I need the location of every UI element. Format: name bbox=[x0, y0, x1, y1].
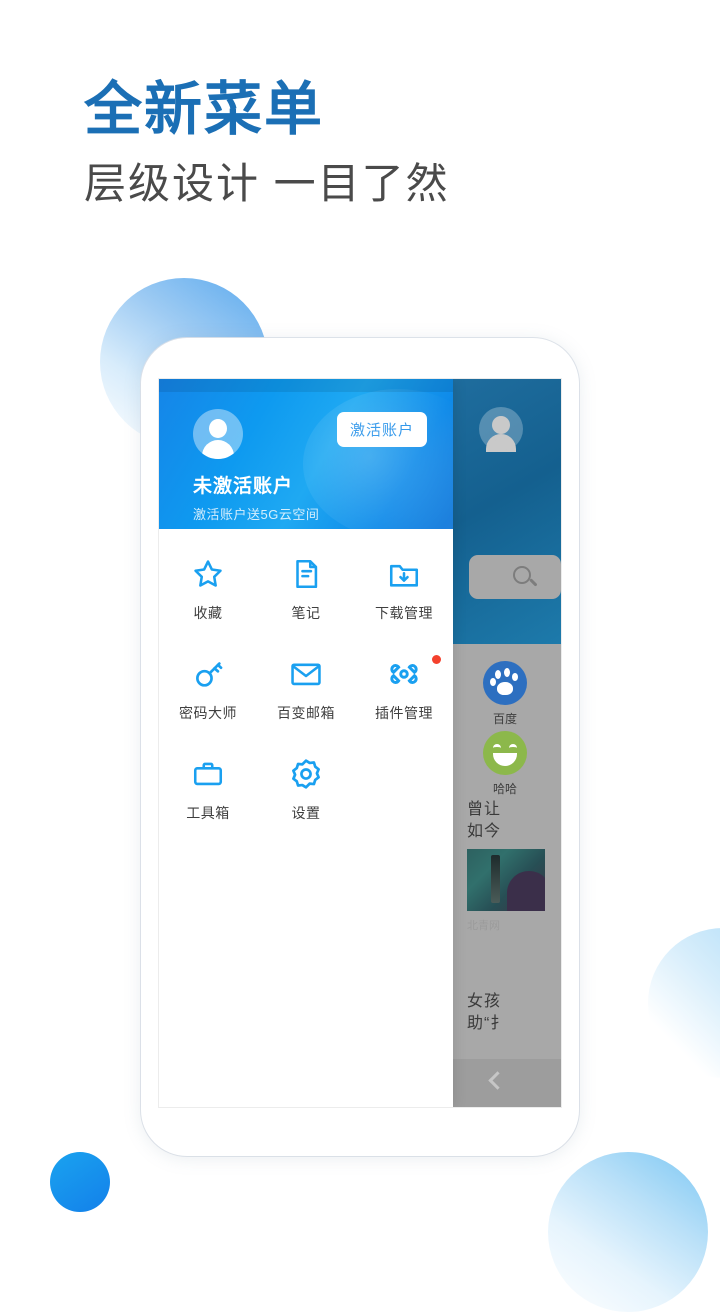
decorative-circle-bottom-left bbox=[50, 1152, 110, 1212]
notification-badge bbox=[432, 655, 441, 664]
toolbox-icon bbox=[191, 757, 225, 791]
menu-item-favorites[interactable]: 收藏 bbox=[159, 557, 257, 623]
background-browser-panel[interactable]: 百度 哈哈 曾让 如今 北青网 女孩 助“扌 bbox=[451, 379, 561, 1107]
key-icon bbox=[191, 657, 225, 691]
menu-item-password-master[interactable]: 密码大师 bbox=[159, 657, 257, 723]
menu-item-label: 百变邮箱 bbox=[277, 705, 335, 721]
account-subtitle: 激活账户送5G云空间 bbox=[193, 507, 320, 522]
star-icon bbox=[191, 557, 225, 591]
menu-grid: 收藏 笔记 下载管理 密码大师 百变邮箱 插件管理 工具箱 设置 bbox=[159, 529, 453, 823]
menu-item-settings[interactable]: 设置 bbox=[257, 757, 355, 823]
menu-item-mailbox[interactable]: 百变邮箱 bbox=[257, 657, 355, 723]
news-title-line: 如今 bbox=[467, 822, 502, 840]
background-bottom-bar bbox=[451, 1059, 561, 1107]
menu-item-label: 工具箱 bbox=[186, 805, 230, 821]
decorative-circle-bottom-right bbox=[548, 1152, 708, 1312]
menu-item-toolbox[interactable]: 工具箱 bbox=[159, 757, 257, 823]
shortcut-label: 百度 bbox=[492, 712, 517, 726]
news-item[interactable]: 女孩 助“扌 bbox=[467, 991, 561, 1034]
menu-header: 激活账户 未激活账户 激活账户送5G云空间 bbox=[159, 379, 453, 529]
promo-subheadline: 层级设计 一目了然 bbox=[84, 159, 450, 207]
shortcut-label: 哈哈 bbox=[492, 782, 517, 796]
search-icon bbox=[513, 566, 531, 584]
news-item[interactable]: 曾让 如今 北青网 bbox=[467, 799, 561, 933]
menu-item-label: 设置 bbox=[291, 805, 321, 821]
activate-account-button[interactable]: 激活账户 bbox=[336, 412, 427, 447]
news-title-line: 助“扌 bbox=[467, 1014, 508, 1032]
news-title-line: 曾让 bbox=[467, 801, 502, 818]
background-avatar[interactable] bbox=[479, 407, 523, 452]
menu-item-notes[interactable]: 笔记 bbox=[257, 557, 355, 623]
menu-item-label: 插件管理 bbox=[375, 705, 433, 721]
background-panel-header bbox=[451, 379, 561, 644]
chevron-left-icon[interactable] bbox=[488, 1071, 507, 1090]
menu-panel: 激活账户 未激活账户 激活账户送5G云空间 收藏 笔记 下载管理 密码大师 百变… bbox=[159, 379, 453, 1107]
promo-headline-block: 全新菜单 层级设计 一目了然 bbox=[84, 77, 450, 209]
menu-item-plugins[interactable]: 插件管理 bbox=[355, 655, 453, 723]
menu-item-label: 密码大师 bbox=[179, 705, 237, 721]
smiley-icon bbox=[483, 731, 527, 775]
baidu-paw-icon bbox=[483, 661, 527, 705]
user-avatar-icon[interactable] bbox=[193, 409, 243, 459]
news-title-line: 女孩 bbox=[467, 993, 502, 1010]
phone-screen: 百度 哈哈 曾让 如今 北青网 女孩 助“扌 激活账户 未激活账户 激活账户送5… bbox=[158, 378, 562, 1108]
news-source: 北青网 bbox=[467, 920, 500, 933]
phone-frame: 百度 哈哈 曾让 如今 北青网 女孩 助“扌 激活账户 未激活账户 激活账户送5… bbox=[141, 338, 579, 1156]
menu-item-downloads[interactable]: 下载管理 bbox=[355, 557, 453, 623]
promo-headline: 全新菜单 bbox=[84, 77, 325, 142]
download-folder-icon bbox=[387, 557, 421, 591]
shortcut-baidu[interactable]: 百度 bbox=[473, 661, 537, 727]
gear-icon bbox=[289, 757, 323, 791]
envelope-icon bbox=[289, 657, 323, 691]
menu-item-label: 下载管理 bbox=[375, 605, 433, 621]
menu-item-label: 收藏 bbox=[193, 605, 223, 621]
decorative-circle-right bbox=[648, 928, 720, 1078]
shortcut-haha[interactable]: 哈哈 bbox=[473, 731, 537, 797]
plugin-icon bbox=[387, 657, 421, 691]
status-bar bbox=[159, 379, 453, 392]
search-input[interactable] bbox=[469, 555, 561, 599]
note-icon bbox=[289, 557, 323, 591]
account-title: 未激活账户 bbox=[193, 476, 294, 497]
news-thumbnail bbox=[467, 849, 545, 912]
menu-item-label: 笔记 bbox=[291, 605, 321, 621]
